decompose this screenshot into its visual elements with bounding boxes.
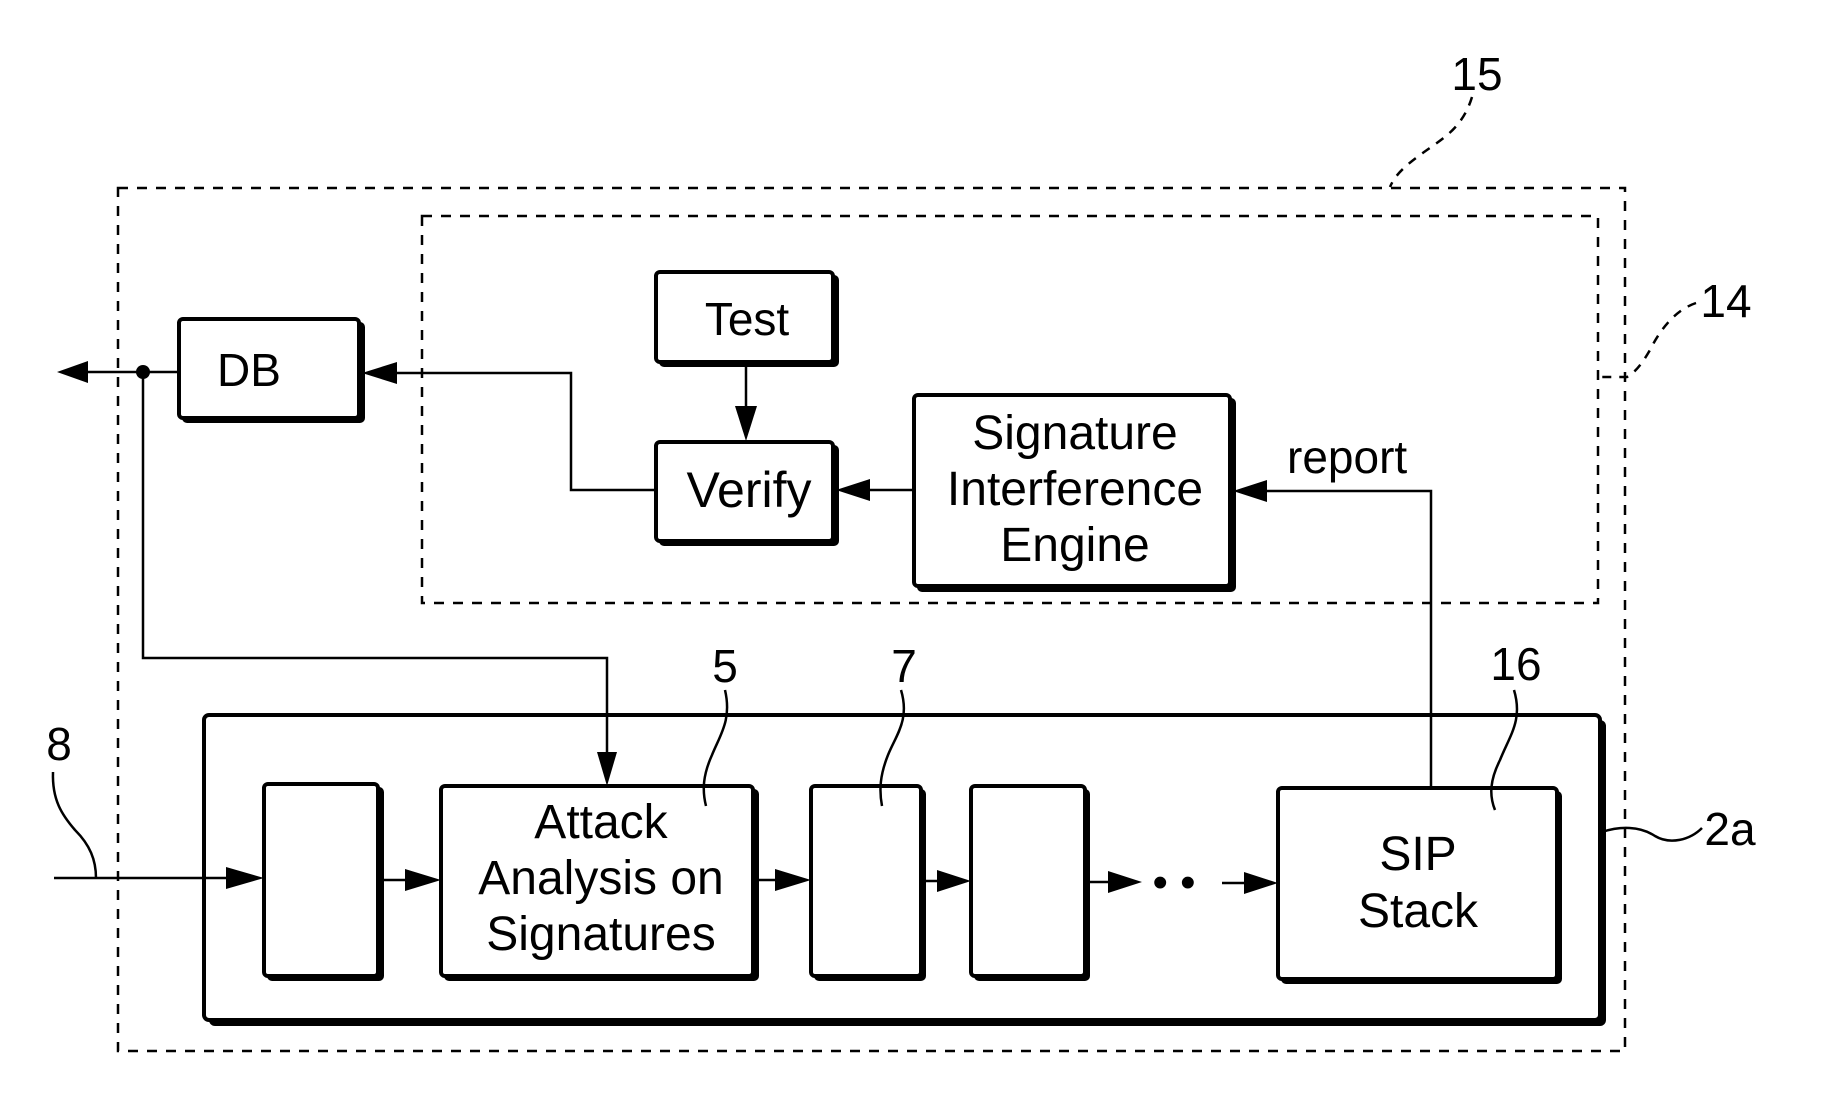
sip-stack-block[interactable]: SIP Stack [1276, 786, 1562, 984]
db-output-arrowhead-icon [57, 361, 88, 383]
verify-to-db-arrowhead-icon [362, 362, 397, 384]
verify-block[interactable]: Verify [654, 440, 839, 546]
verify-label: Verify [686, 462, 811, 518]
ref-15: 15 [1451, 48, 1502, 100]
leader-8 [51, 771, 98, 879]
ref-16: 16 [1490, 638, 1541, 690]
attack-analysis-block[interactable]: Attack Analysis on Signatures [439, 784, 759, 981]
test-to-verify-arrowhead-icon [735, 406, 757, 441]
pipeline-stage-7[interactable] [809, 784, 926, 981]
feedback-line-db-to-attack [141, 372, 609, 770]
ref-8: 8 [46, 718, 72, 770]
report-label: report [1287, 431, 1407, 483]
test-label: Test [705, 293, 790, 345]
ref-7: 7 [891, 640, 917, 692]
ref-14: 14 [1700, 275, 1751, 327]
pipeline-stage-4[interactable] [969, 784, 1090, 981]
ref-5: 5 [712, 640, 738, 692]
leader-14 [1598, 301, 1697, 379]
leader-15 [1388, 96, 1474, 188]
test-block[interactable]: Test [654, 270, 839, 367]
patent-diagram: DB Test Verify Signature Interference En… [46, 48, 1756, 1053]
sie-to-verify-arrowhead-icon [836, 479, 870, 501]
attack-label-line-1: Attack [534, 796, 668, 849]
ellipsis: • • [1152, 858, 1195, 907]
sie-label-line-2: Interference [947, 463, 1203, 516]
pipeline-stage-1[interactable] [262, 782, 384, 981]
signature-interference-engine-block[interactable]: Signature Interference Engine [912, 393, 1236, 592]
attack-label-line-3: Signatures [486, 908, 715, 961]
sie-label-line-1: Signature [972, 407, 1177, 460]
sie-label-line-3: Engine [1000, 519, 1149, 572]
report-arrowhead-icon [1233, 480, 1267, 502]
sip-label-line-1: SIP [1379, 828, 1456, 881]
db-block[interactable]: DB [177, 317, 365, 423]
leader-2a [1601, 826, 1703, 842]
ref-2a: 2a [1704, 803, 1756, 855]
attack-label-line-2: Analysis on [478, 852, 723, 905]
db-label: DB [217, 344, 281, 396]
sip-label-line-2: Stack [1358, 885, 1479, 938]
